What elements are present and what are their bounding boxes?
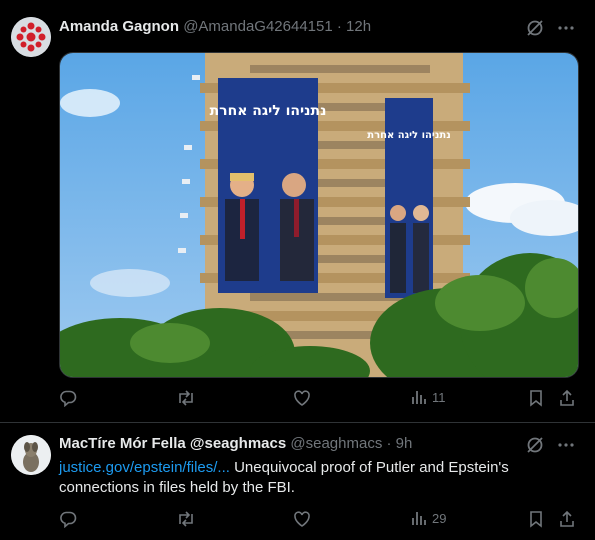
- reply-icon: [60, 511, 77, 528]
- bookmark-icon: [530, 511, 542, 528]
- tweet-link[interactable]: justice.gov/epstein/files/...: [59, 459, 230, 476]
- views-icon: [412, 391, 426, 404]
- more-icon[interactable]: [557, 19, 575, 37]
- author-handle[interactable]: @AmandaG42644151: [183, 18, 333, 35]
- views-count: 11: [432, 389, 446, 405]
- like-button[interactable]: [293, 389, 311, 407]
- separator: ·: [386, 435, 392, 452]
- retweet-icon: [179, 390, 193, 406]
- grok-icon[interactable]: [525, 435, 545, 455]
- bookmark-button[interactable]: [528, 510, 544, 528]
- avatar[interactable]: [11, 17, 51, 57]
- timestamp[interactable]: 12h: [346, 18, 371, 35]
- reply-button[interactable]: [59, 510, 77, 528]
- author-handle[interactable]: @seaghmacs: [290, 435, 382, 452]
- tweet-text: justice.gov/epstein/files/... Unequivoca…: [59, 458, 569, 498]
- tweet-actions: 11: [59, 389, 579, 409]
- like-button[interactable]: [293, 510, 311, 528]
- reply-icon: [60, 390, 77, 407]
- tweet-actions: 29: [59, 510, 579, 530]
- tweet-image[interactable]: נתניהו ליגה אחרת נתניהו ליגה אחרת: [59, 52, 579, 378]
- tweet[interactable]: Amanda Gagnon @AmandaG42644151 · 12h נתנ…: [0, 0, 595, 422]
- avatar[interactable]: [11, 435, 51, 475]
- share-button[interactable]: [558, 389, 576, 407]
- author-name[interactable]: Amanda Gagnon: [59, 18, 179, 35]
- hound-avatar-icon: [11, 435, 51, 475]
- share-icon: [560, 510, 574, 527]
- retweet-button[interactable]: [176, 510, 196, 528]
- timestamp[interactable]: 9h: [396, 435, 413, 452]
- tweet-header: MacTíre Mór Fella @seaghmacs @seaghmacs …: [59, 434, 535, 454]
- share-button[interactable]: [558, 510, 576, 528]
- grok-icon[interactable]: [525, 18, 545, 38]
- header-actions: [525, 18, 575, 38]
- author-name[interactable]: MacTíre Mór Fella @seaghmacs: [59, 435, 286, 452]
- cbc-logo-icon: [11, 17, 51, 57]
- tweet-header: Amanda Gagnon @AmandaG42644151 · 12h: [59, 17, 535, 37]
- views-button[interactable]: 11: [411, 389, 446, 405]
- views-count: 29: [432, 510, 447, 526]
- bookmark-button[interactable]: [528, 389, 544, 407]
- views-icon: [412, 512, 426, 525]
- tweet[interactable]: MacTíre Mór Fella @seaghmacs @seaghmacs …: [0, 422, 595, 540]
- like-icon: [294, 511, 310, 527]
- retweet-button[interactable]: [176, 389, 196, 407]
- share-icon: [560, 389, 574, 406]
- retweet-icon: [179, 511, 193, 527]
- views-button[interactable]: 29: [411, 510, 446, 526]
- bookmark-icon: [530, 390, 542, 407]
- separator: ·: [336, 18, 342, 35]
- banner-left-text: נתניהו ליגה אחרת: [210, 103, 327, 119]
- more-icon[interactable]: [557, 436, 575, 454]
- header-actions: [525, 435, 575, 455]
- like-icon: [294, 390, 310, 406]
- reply-button[interactable]: [59, 389, 77, 407]
- building-banner-photo: נתניהו ליגה אחרת נתניהו ליגה אחרת: [60, 53, 578, 377]
- banner-right-text: נתניהו ליגה אחרת: [367, 130, 450, 141]
